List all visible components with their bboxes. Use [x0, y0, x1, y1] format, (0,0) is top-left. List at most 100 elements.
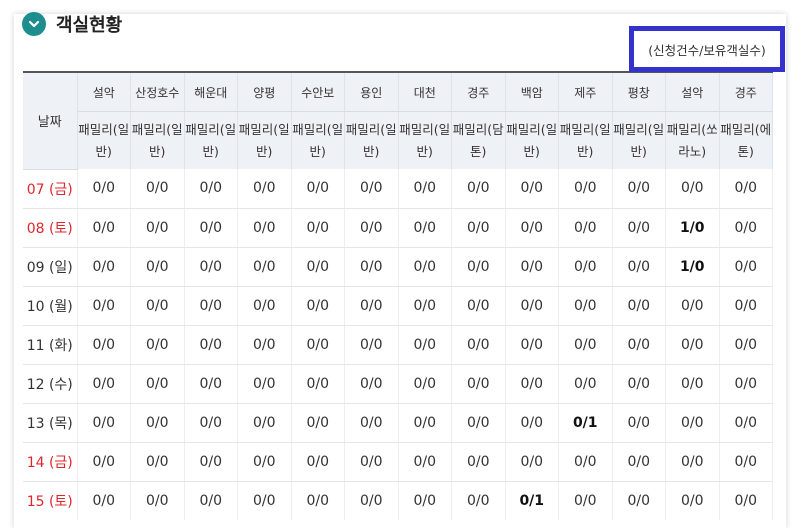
availability-cell: 0/0 — [558, 364, 613, 404]
availability-cell: 0/0 — [451, 364, 506, 404]
availability-cell: 0/0 — [77, 286, 131, 326]
availability-cell: 0/0 — [398, 481, 452, 520]
availability-cell: 0/0 — [184, 442, 238, 482]
availability-cell: 0/0 — [184, 364, 238, 404]
date-cell: 14 (금) — [23, 442, 78, 482]
room-type-line: 패밀리(일 — [399, 121, 451, 137]
table-row: 11 (화) 0/0 0/0 0/0 0/0 0/0 0/0 0/0 0/0 0/0 0/0 0/0 0… — [23, 325, 773, 365]
availability-cell: 0/0 — [130, 403, 185, 443]
availability-cell: 0/0 — [344, 169, 399, 209]
availability-cell: 0/0 — [291, 403, 345, 443]
availability-cell: 0/0 — [237, 169, 292, 209]
availability-cell: 0/0 — [398, 286, 452, 326]
availability-cell: 0/0 — [451, 247, 506, 287]
room-type-line: 반) — [363, 143, 380, 159]
availability-cell: 0/0 — [184, 247, 238, 287]
date-cell: 11 (화) — [23, 325, 78, 365]
availability-cell: 0/0 — [612, 247, 666, 287]
availability-cell: 0/0 — [505, 442, 559, 482]
availability-cell: 0/0 — [719, 481, 773, 520]
resort-header: 수안보 — [291, 71, 345, 112]
table-row: 12 (수) 0/0 0/0 0/0 0/0 0/0 0/0 0/0 0/0 0/0 0/0 0/0 0… — [23, 364, 773, 404]
date-cell: 15 (토) — [23, 481, 78, 520]
availability-cell: 0/0 — [291, 169, 345, 209]
room-type-line: 반) — [149, 143, 166, 159]
table-row: 14 (금) 0/0 0/0 0/0 0/0 0/0 0/0 0/0 0/0 0/0 0/0 0/0 0… — [23, 442, 773, 482]
availability-cell: 0/0 — [612, 481, 666, 520]
availability-cell: 0/0 — [612, 364, 666, 404]
availability-cell: 0/0 — [558, 247, 613, 287]
availability-cell: 0/0 — [237, 403, 292, 443]
availability-cell: 0/0 — [612, 403, 666, 443]
room-type-line: 패밀리(에 — [720, 121, 772, 137]
availability-cell: 0/0 — [612, 169, 666, 209]
availability-cell: 0/0 — [291, 481, 345, 520]
date-column-header: 날짜 — [23, 71, 78, 170]
availability-cell: 0/0 — [77, 208, 131, 248]
room-type-line: 패밀리(일 — [506, 121, 558, 137]
availability-cell: 0/0 — [719, 247, 773, 287]
availability-cell: 0/0 — [77, 364, 131, 404]
room-type-line: 패밀리(일 — [613, 121, 665, 137]
availability-cell: 0/0 — [558, 442, 613, 482]
availability-cell: 0/0 — [558, 169, 613, 209]
room-type-line: 패밀리(일 — [185, 121, 237, 137]
room-type-line: 반) — [577, 143, 594, 159]
availability-cell: 0/0 — [719, 364, 773, 404]
room-type-line: 패밀리(일 — [559, 121, 611, 137]
room-type-line: 반) — [416, 143, 433, 159]
availability-cell: 0/0 — [451, 442, 506, 482]
date-cell: 07 (금) — [23, 169, 78, 209]
availability-cell: 0/0 — [665, 403, 720, 443]
availability-cell: 0/0 — [130, 247, 185, 287]
availability-cell: 0/0 — [237, 364, 292, 404]
availability-cell: 0/0 — [612, 286, 666, 326]
room-type-line: 패밀리(일 — [78, 121, 130, 137]
availability-cell: 0/0 — [344, 481, 399, 520]
availability-cell: 0/0 — [665, 325, 720, 365]
availability-cell: 0/0 — [398, 247, 452, 287]
collapse-toggle-button[interactable] — [22, 12, 46, 36]
availability-cell: 0/0 — [237, 325, 292, 365]
availability-cell: 0/0 — [77, 442, 131, 482]
section-header: 객실현황 — [22, 10, 122, 38]
availability-cell: 0/0 — [505, 169, 559, 209]
availability-cell: 0/0 — [505, 286, 559, 326]
room-type-line: 톤) — [737, 143, 754, 159]
availability-cell: 0/0 — [558, 481, 613, 520]
legend-text: (신청건수/보유객실수) — [648, 42, 766, 58]
room-type-line: 패밀리(일 — [131, 121, 183, 137]
date-cell: 10 (월) — [23, 286, 78, 326]
availability-cell: 0/0 — [291, 364, 345, 404]
room-type-line: 반) — [523, 143, 540, 159]
availability-cell: 0/0 — [130, 442, 185, 482]
date-cell: 08 (토) — [23, 208, 78, 248]
resort-header: 경주 — [451, 71, 506, 112]
resort-header: 대천 — [398, 71, 452, 112]
availability-cell: 0/0 — [612, 325, 666, 365]
resort-header: 산정호수 — [130, 71, 185, 112]
room-type-header: 패밀리(일반) — [558, 111, 613, 169]
availability-cell: 0/0 — [184, 286, 238, 326]
room-type-line: 반) — [630, 143, 647, 159]
resort-header: 평창 — [612, 71, 666, 112]
room-type-line: 패밀리(쏘 — [666, 121, 718, 137]
resort-header: 용인 — [344, 71, 399, 112]
resort-header: 백암 — [505, 71, 559, 112]
table-row: 09 (일) 0/0 0/0 0/0 0/0 0/0 0/0 0/0 0/0 0/0 0/0 0/0 1… — [23, 247, 773, 287]
availability-cell: 0/0 — [184, 403, 238, 443]
availability-cell: 0/0 — [344, 403, 399, 443]
availability-cell: 0/0 — [130, 364, 185, 404]
room-type-header: 패밀리(일 반) — [344, 111, 399, 169]
availability-cell: 0/0 — [451, 325, 506, 365]
availability-cell: 0/0 — [130, 325, 185, 365]
room-type-line: 반) — [202, 143, 219, 159]
availability-cell: 0/0 — [184, 169, 238, 209]
availability-cell: 0/0 — [451, 481, 506, 520]
availability-cell: 0/0 — [344, 286, 399, 326]
table-row: 10 (월) 0/0 0/0 0/0 0/0 0/0 0/0 0/0 0/0 0/0 0/0 0/0 0… — [23, 286, 773, 326]
availability-cell: 0/1 — [505, 481, 559, 520]
availability-cell: 0/0 — [505, 403, 559, 443]
table-row: 07 (금) 0/0 0/0 0/0 0/0 0/0 0/0 0/0 0/0 0/0 0/0 0/0 0… — [23, 169, 773, 209]
availability-cell: 0/0 — [451, 208, 506, 248]
